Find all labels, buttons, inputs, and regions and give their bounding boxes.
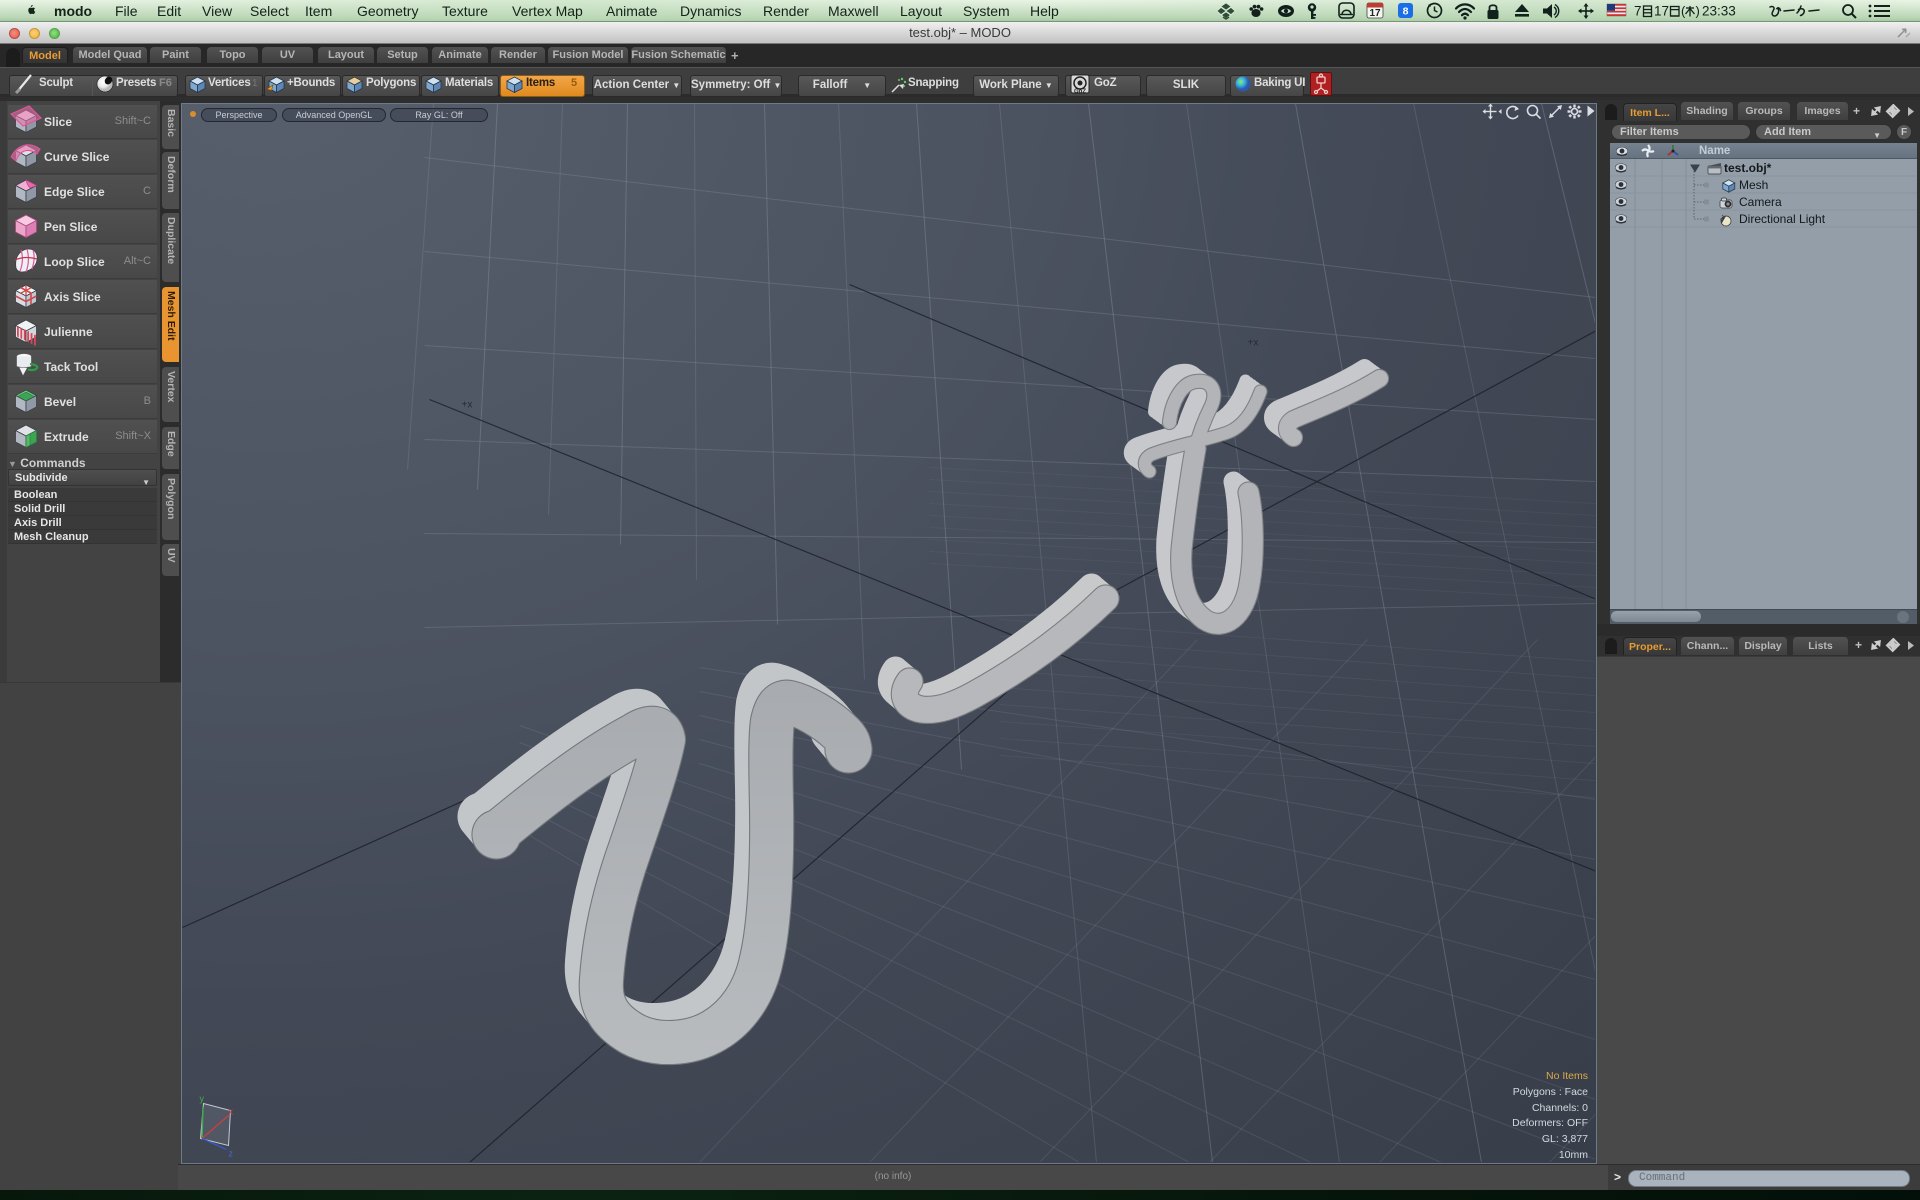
svg-text:GoZ: GoZ — [1074, 89, 1086, 94]
svg-text:y: y — [200, 1094, 205, 1104]
svg-text:x: x — [229, 1107, 234, 1117]
svg-text:(: ( — [1681, 4, 1686, 19]
svg-text:+x: +x — [462, 400, 473, 411]
svg-text:7: 7 — [1634, 4, 1642, 19]
svg-text:8: 8 — [1403, 6, 1409, 18]
svg-text:+x: +x — [1248, 338, 1259, 349]
svg-text:17: 17 — [1369, 8, 1381, 19]
svg-text:): ) — [1696, 4, 1700, 19]
svg-text:z: z — [229, 1149, 234, 1159]
svg-text:23:33: 23:33 — [1702, 4, 1736, 19]
svg-text:17: 17 — [1654, 4, 1669, 19]
